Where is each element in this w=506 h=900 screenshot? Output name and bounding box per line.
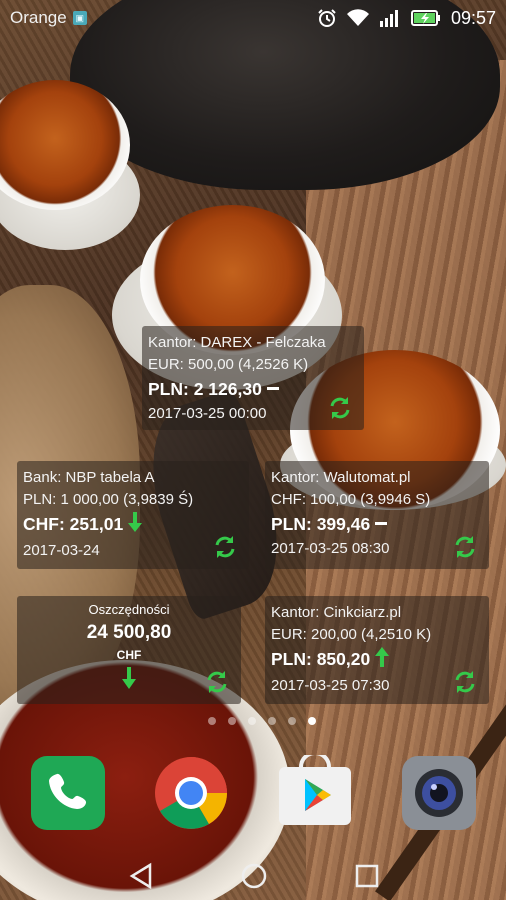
trend-flat-icon xyxy=(266,377,280,403)
exchange-widget-darex[interactable]: Kantor: DAREX - Felczaka EUR: 500,00 (4,… xyxy=(142,326,364,430)
home-icon[interactable] xyxy=(239,862,269,890)
phone-icon[interactable] xyxy=(30,755,106,831)
trend-down-icon xyxy=(122,667,136,689)
recent-apps-icon[interactable] xyxy=(352,862,382,890)
page-dot xyxy=(228,717,236,725)
widget-source: Bank: NBP tabela A xyxy=(23,469,155,486)
wifi-icon xyxy=(346,9,369,27)
savings-currency: CHF xyxy=(116,648,142,662)
clock-time: 09:57 xyxy=(450,7,496,28)
alarm-clock-icon xyxy=(317,8,337,28)
refresh-icon[interactable] xyxy=(211,533,239,561)
status-bar: Orange ▣ 09:57 xyxy=(0,0,506,36)
refresh-icon[interactable] xyxy=(451,533,479,561)
refresh-icon[interactable] xyxy=(203,668,231,696)
widget-source: Kantor: Walutomat.pl xyxy=(271,469,411,486)
widget-rate-line: EUR: 200,00 (4,2510 K) xyxy=(271,626,432,643)
widget-rate-line: CHF: 100,00 (3,9946 S) xyxy=(271,491,431,508)
trend-up-icon xyxy=(374,646,390,675)
widget-source: Kantor: DAREX - Felczaka xyxy=(148,334,326,351)
exchange-widget-cinkciarz[interactable]: Kantor: Cinkciarz.pl EUR: 200,00 (4,2510… xyxy=(265,596,489,704)
sim-badge-icon: ▣ xyxy=(72,11,87,25)
widget-result-value: PLN: 399,46 xyxy=(271,514,371,534)
navigation-bar xyxy=(0,850,506,900)
page-dot xyxy=(268,717,276,725)
status-icons: 09:57 xyxy=(317,8,496,29)
carrier-name: Orange xyxy=(10,8,67,27)
refresh-icon[interactable] xyxy=(451,668,479,696)
savings-amount: 24 500,80 xyxy=(86,622,172,643)
refresh-icon[interactable] xyxy=(326,394,354,422)
page-dot xyxy=(208,717,216,725)
exchange-widget-nbp[interactable]: Bank: NBP tabela A PLN: 1 000,00 (3,9839… xyxy=(17,461,249,569)
widget-rate-line: EUR: 500,00 (4,2526 K) xyxy=(148,356,309,373)
page-dot xyxy=(248,717,256,725)
exchange-widget-walutomat[interactable]: Kantor: Walutomat.pl CHF: 100,00 (3,9946… xyxy=(265,461,489,569)
widget-result: CHF: 251,01 xyxy=(23,511,243,540)
battery-charging-icon xyxy=(410,10,441,26)
signal-icon xyxy=(379,9,401,27)
widget-source: Kantor: Cinkciarz.pl xyxy=(271,604,402,621)
widget-result-value: PLN: 2 126,30 xyxy=(148,379,262,399)
savings-label: Oszczędności xyxy=(88,602,170,617)
widget-updated: 2017-03-24 xyxy=(23,542,100,559)
widget-rate-line: PLN: 1 000,00 (3,9839 Ś) xyxy=(23,491,194,508)
page-dot-active xyxy=(308,717,316,725)
back-icon[interactable] xyxy=(126,862,156,890)
widget-result-value: CHF: 251,01 xyxy=(23,514,124,535)
trend-flat-icon xyxy=(374,512,388,538)
camera-icon[interactable] xyxy=(401,755,477,831)
widget-result-value: PLN: 850,20 xyxy=(271,649,371,670)
page-indicator xyxy=(0,717,506,725)
trend-down-icon xyxy=(127,511,143,540)
play-store-icon[interactable] xyxy=(277,751,353,831)
page-dot xyxy=(288,717,296,725)
savings-widget[interactable]: Oszczędności 24 500,80 CHF xyxy=(17,596,241,704)
chrome-icon[interactable] xyxy=(153,755,229,831)
